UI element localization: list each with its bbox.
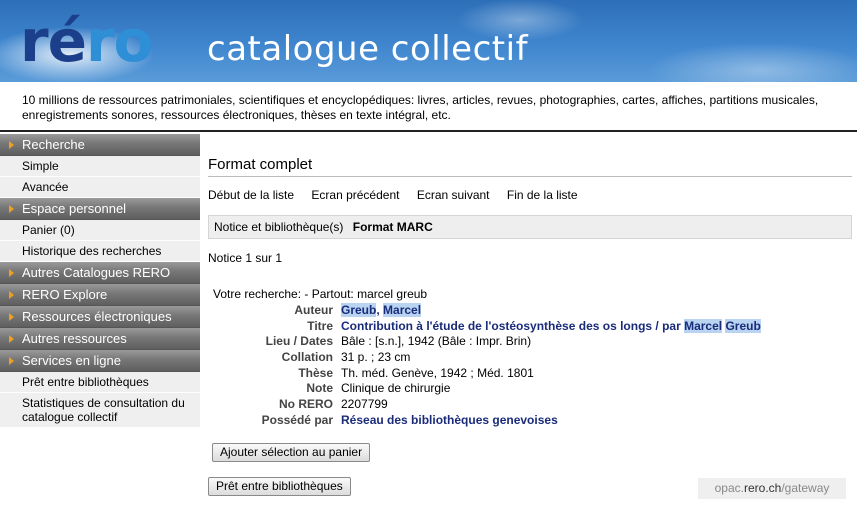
search-query: Votre recherche: - Partout: marcel greub — [213, 287, 428, 301]
nav-last-link[interactable]: Fin de la liste — [507, 188, 578, 202]
arrow-right-icon — [9, 269, 14, 277]
interlibrary-loan-button[interactable]: Prêt entre bibliothèques — [208, 477, 351, 496]
tab-notice[interactable]: Notice et bibliothèque(s) — [214, 220, 343, 234]
arrow-right-icon — [9, 313, 14, 321]
library-link[interactable]: Réseau des bibliothèques genevoises — [341, 413, 558, 429]
record-row-collation: Collation 31 p. ; 23 cm — [208, 350, 761, 366]
nav-previous-link[interactable]: Ecran précédent — [311, 188, 399, 202]
rero-logo[interactable]: réro — [20, 6, 153, 76]
arrow-right-icon — [9, 291, 14, 299]
banner-title: catalogue collectif — [207, 29, 529, 69]
record-counter: Notice 1 sur 1 — [208, 251, 283, 265]
record-row-note: Note Clinique de chirurgie — [208, 381, 761, 397]
page-title: Format complet — [208, 156, 852, 177]
badge-opac: opac. — [714, 481, 744, 495]
author-last-name: Greub — [341, 303, 377, 317]
field-label: No RERO — [279, 397, 333, 412]
intro-text: 10 millions de ressources patrimoniales,… — [0, 82, 857, 132]
sidebar-item-avancee[interactable]: Avancée — [0, 177, 200, 198]
sidebar-section-autres-catalogues[interactable]: Autres Catalogues RERO — [0, 262, 200, 284]
sidebar-item-simple[interactable]: Simple — [0, 156, 200, 177]
field-value: Bâle : [s.n.], 1942 (Bâle : Impr. Brin) — [341, 334, 532, 349]
record-row-possede: Possédé par Réseau des bibliothèques gen… — [208, 413, 761, 429]
sidebar-section-label: Services en ligne — [22, 353, 121, 368]
sidebar-section-label: Ressources électroniques — [22, 309, 172, 324]
format-tabs: Notice et bibliothèque(s) Format MARC — [208, 215, 852, 239]
sidebar-section-autres-ressources[interactable]: Autres ressources — [0, 328, 200, 350]
sidebar-section-recherche[interactable]: Recherche — [0, 134, 200, 156]
tab-format-marc[interactable]: Format MARC — [353, 220, 433, 234]
record-details: Auteur Greub, Marcel Titre Contribution … — [208, 303, 761, 429]
field-value: 2207799 — [341, 397, 388, 412]
sidebar-section-rero-explore[interactable]: RERO Explore — [0, 284, 200, 306]
result-navigation: Début de la liste Ecran précédent Ecran … — [208, 188, 592, 202]
field-label: Thèse — [298, 365, 333, 380]
record-row-lieu: Lieu / Dates Bâle : [s.n.], 1942 (Bâle :… — [208, 334, 761, 350]
badge-gateway: /gateway — [781, 481, 830, 495]
field-label: Titre — [307, 318, 333, 333]
opac-gateway-badge[interactable]: opac.rero.ch/gateway — [698, 478, 846, 499]
title-highlight-2: Greub — [725, 318, 761, 333]
nav-next-link[interactable]: Ecran suivant — [417, 188, 490, 202]
title-highlight-1: Marcel — [684, 318, 723, 333]
record-row-these: Thèse Th. méd. Genève, 1942 ; Méd. 1801 — [208, 366, 761, 382]
title-link[interactable]: Contribution à l'étude de l'ostéosynthès… — [341, 318, 761, 335]
sidebar-section-label: Autres ressources — [22, 331, 127, 346]
field-label: Possédé par — [261, 412, 333, 427]
add-to-cart-button[interactable]: Ajouter sélection au panier — [212, 443, 371, 462]
field-value: Clinique de chirurgie — [341, 381, 451, 396]
sidebar-item-pret[interactable]: Prêt entre bibliothèques — [0, 372, 200, 393]
sidebar-section-label: RERO Explore — [22, 287, 108, 302]
record-row-no-rero: No RERO 2207799 — [208, 397, 761, 413]
arrow-right-icon — [9, 205, 14, 213]
sidebar-section-label: Recherche — [22, 137, 85, 152]
field-label: Auteur — [294, 303, 333, 317]
arrow-right-icon — [9, 141, 14, 149]
logo-part-2: ro — [85, 7, 153, 75]
field-value: Th. méd. Genève, 1942 ; Méd. 1801 — [341, 365, 534, 380]
arrow-right-icon — [9, 357, 14, 365]
sidebar-section-services-en-ligne[interactable]: Services en ligne — [0, 350, 200, 372]
author-separator: , — [376, 303, 380, 317]
header-banner: réro catalogue collectif — [0, 0, 857, 82]
badge-rero: rero.ch — [743, 481, 782, 495]
sidebar: Recherche Simple Avancée Espace personne… — [0, 134, 200, 428]
sidebar-section-label: Espace personnel — [22, 201, 127, 216]
nav-first-link[interactable]: Début de la liste — [208, 188, 294, 202]
title-text: Contribution à l'étude de l'ostéosynthès… — [341, 318, 685, 333]
arrow-right-icon — [9, 335, 14, 343]
logo-part-1: ré — [20, 7, 87, 75]
sidebar-section-ressources-electroniques[interactable]: Ressources électroniques — [0, 306, 200, 328]
sidebar-section-label: Autres Catalogues RERO — [22, 265, 171, 280]
record-row-auteur: Auteur Greub, Marcel — [208, 303, 761, 319]
sidebar-item-historique[interactable]: Historique des recherches — [0, 241, 200, 262]
author-first-name: Marcel — [383, 303, 422, 317]
field-label: Lieu / Dates — [265, 334, 333, 349]
sidebar-item-statistiques[interactable]: Statistiques de consultation du catalogu… — [0, 393, 200, 428]
record-row-titre: Titre Contribution à l'étude de l'ostéos… — [208, 318, 761, 335]
sidebar-section-espace-personnel[interactable]: Espace personnel — [0, 198, 200, 220]
author-link[interactable]: Greub, Marcel — [341, 303, 422, 319]
field-value: 31 p. ; 23 cm — [341, 350, 411, 365]
sidebar-item-panier[interactable]: Panier (0) — [0, 220, 200, 241]
field-label: Note — [306, 381, 333, 396]
field-label: Collation — [281, 350, 333, 365]
